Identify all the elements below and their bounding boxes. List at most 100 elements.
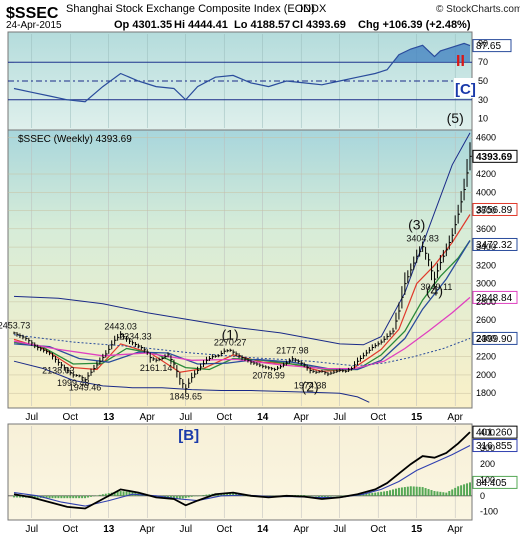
macd-tick-0: 0: [480, 491, 485, 501]
high-value: Hi 4444.41: [174, 19, 228, 31]
macd-histogram-bar: [329, 495, 332, 497]
macd-histogram-bar: [403, 487, 406, 496]
macd-xlabel-1: Oct: [62, 524, 78, 535]
macd-xlabel-7: Apr: [293, 524, 309, 535]
macd-xlabel-9: Oct: [370, 524, 386, 535]
macd-histogram-bar: [448, 491, 451, 496]
rsi-tick-70: 70: [478, 57, 488, 67]
macd-xlabel-6: 14: [257, 524, 269, 535]
price-xlabel-2: 13: [103, 412, 115, 423]
macd-histogram-bar: [190, 495, 193, 497]
macd-histogram-bar: [181, 495, 184, 499]
macd-panel: [7, 423, 473, 521]
watermark: © StockCharts.com: [436, 4, 520, 15]
macd-histogram-bar: [72, 495, 75, 499]
macd-histogram-bar: [193, 495, 196, 497]
data-label-1849-65: 1849.65: [169, 392, 202, 402]
price-tick-4600: 4600: [476, 132, 496, 142]
macd-histogram-bar: [368, 493, 371, 496]
macd-tick-300: 300: [480, 443, 495, 453]
macd-histogram-bar: [309, 495, 312, 497]
low-value: Lo 4188.57: [234, 19, 290, 31]
macd-histogram-bar: [89, 495, 92, 497]
macd-histogram-bar: [457, 486, 460, 496]
macd-histogram-bar: [69, 495, 72, 499]
macd-histogram-bar: [466, 483, 469, 496]
macd-tick--100: -100: [480, 507, 498, 517]
data-label-1949-46: 1949.46: [69, 383, 102, 393]
data-label-2138-03: 2138.03: [42, 365, 75, 375]
price-value-label-price: 4393.69: [476, 152, 513, 163]
macd-tick-400: 400: [480, 427, 495, 437]
macd-histogram-bar: [306, 495, 309, 496]
macd-histogram-bar: [78, 495, 81, 499]
macd-histogram-bar: [205, 494, 208, 496]
price-xlabel-9: Oct: [370, 412, 386, 423]
macd-histogram-bar: [48, 495, 51, 499]
macd-histogram-bar: [95, 495, 98, 497]
data-label-2078-99: 2078.99: [252, 371, 285, 381]
macd-histogram-bar: [57, 495, 60, 499]
price-panel-title: $SSEC (Weekly) 4393.69: [18, 134, 132, 145]
macd-histogram-bar: [335, 495, 338, 497]
price-xlabel-3: Apr: [139, 412, 155, 423]
macd-xlabel-0: Jul: [25, 524, 38, 535]
macd-histogram-bar: [101, 494, 104, 496]
price-tick-2600: 2600: [476, 315, 496, 325]
macd-histogram-bar: [380, 491, 383, 496]
macd-histogram-bar: [87, 495, 90, 498]
macd-histogram-bar: [54, 495, 57, 499]
macd-histogram-bar: [409, 486, 412, 496]
macd-histogram-bar: [92, 495, 95, 497]
macd-histogram-bar: [338, 495, 341, 497]
price-panel: [7, 129, 473, 409]
macd-histogram-bar: [51, 495, 54, 499]
price-tick-2000: 2000: [476, 370, 496, 380]
data-label-2177-98: 2177.98: [276, 346, 309, 356]
macd-xlabel-2: 13: [103, 524, 115, 535]
macd-histogram-bar: [199, 495, 202, 496]
price-xlabel-6: 14: [257, 412, 269, 423]
data-label-2443-03: 2443.03: [104, 321, 137, 331]
macd-histogram-bar: [63, 495, 66, 499]
exchange: INDX: [300, 3, 327, 15]
macd-histogram-bar: [433, 491, 436, 496]
macd-histogram-bar: [75, 495, 78, 499]
macd-histogram-bar: [371, 492, 374, 496]
wave-label-3: (4): [426, 282, 443, 298]
macd-histogram-bar: [454, 487, 457, 496]
rsi-tick-30: 30: [478, 95, 488, 105]
macd-histogram-bar: [427, 489, 430, 496]
data-label-2453-73: 2453.73: [0, 321, 30, 331]
data-label-3404-83: 3404.83: [406, 234, 439, 244]
close-value: Cl 4393.69: [292, 19, 346, 31]
stock-chart: $SSEC Shanghai Stock Exchange Composite …: [0, 3, 520, 535]
price-xlabel-11: Apr: [447, 412, 463, 423]
price-xlabel-0: Jul: [25, 412, 38, 423]
macd-tick-200: 200: [480, 459, 495, 469]
open-value: Op 4301.35: [114, 19, 172, 31]
macd-histogram-bar: [122, 491, 125, 496]
price-xlabel-8: Jul: [333, 412, 346, 423]
rsi-annotation-bracket: [C]: [455, 81, 476, 98]
rsi-tick-10: 10: [478, 114, 488, 124]
macd-histogram-bar: [386, 491, 389, 496]
macd-histogram-bar: [104, 493, 107, 496]
data-label-2334-33: 2334.33: [119, 331, 152, 341]
price-xlabel-5: Oct: [216, 412, 232, 423]
macd-histogram-bar: [421, 487, 424, 496]
macd-histogram-bar: [196, 495, 199, 497]
macd-histogram-bar: [98, 494, 101, 496]
price-tick-4200: 4200: [476, 169, 496, 179]
macd-histogram-bar: [406, 486, 409, 496]
rsi-tick-50: 50: [478, 76, 488, 86]
macd-histogram-bar: [442, 492, 445, 496]
macd-histogram-bar: [326, 495, 329, 497]
macd-histogram-bar: [394, 488, 397, 496]
macd-histogram-bar: [424, 488, 427, 496]
macd-histogram-bar: [317, 495, 320, 497]
macd-histogram-bar: [202, 495, 205, 496]
macd-histogram-bar: [374, 492, 377, 496]
index-name: Shanghai Stock Exchange Composite Index …: [66, 3, 315, 15]
price-tick-3200: 3200: [476, 260, 496, 270]
